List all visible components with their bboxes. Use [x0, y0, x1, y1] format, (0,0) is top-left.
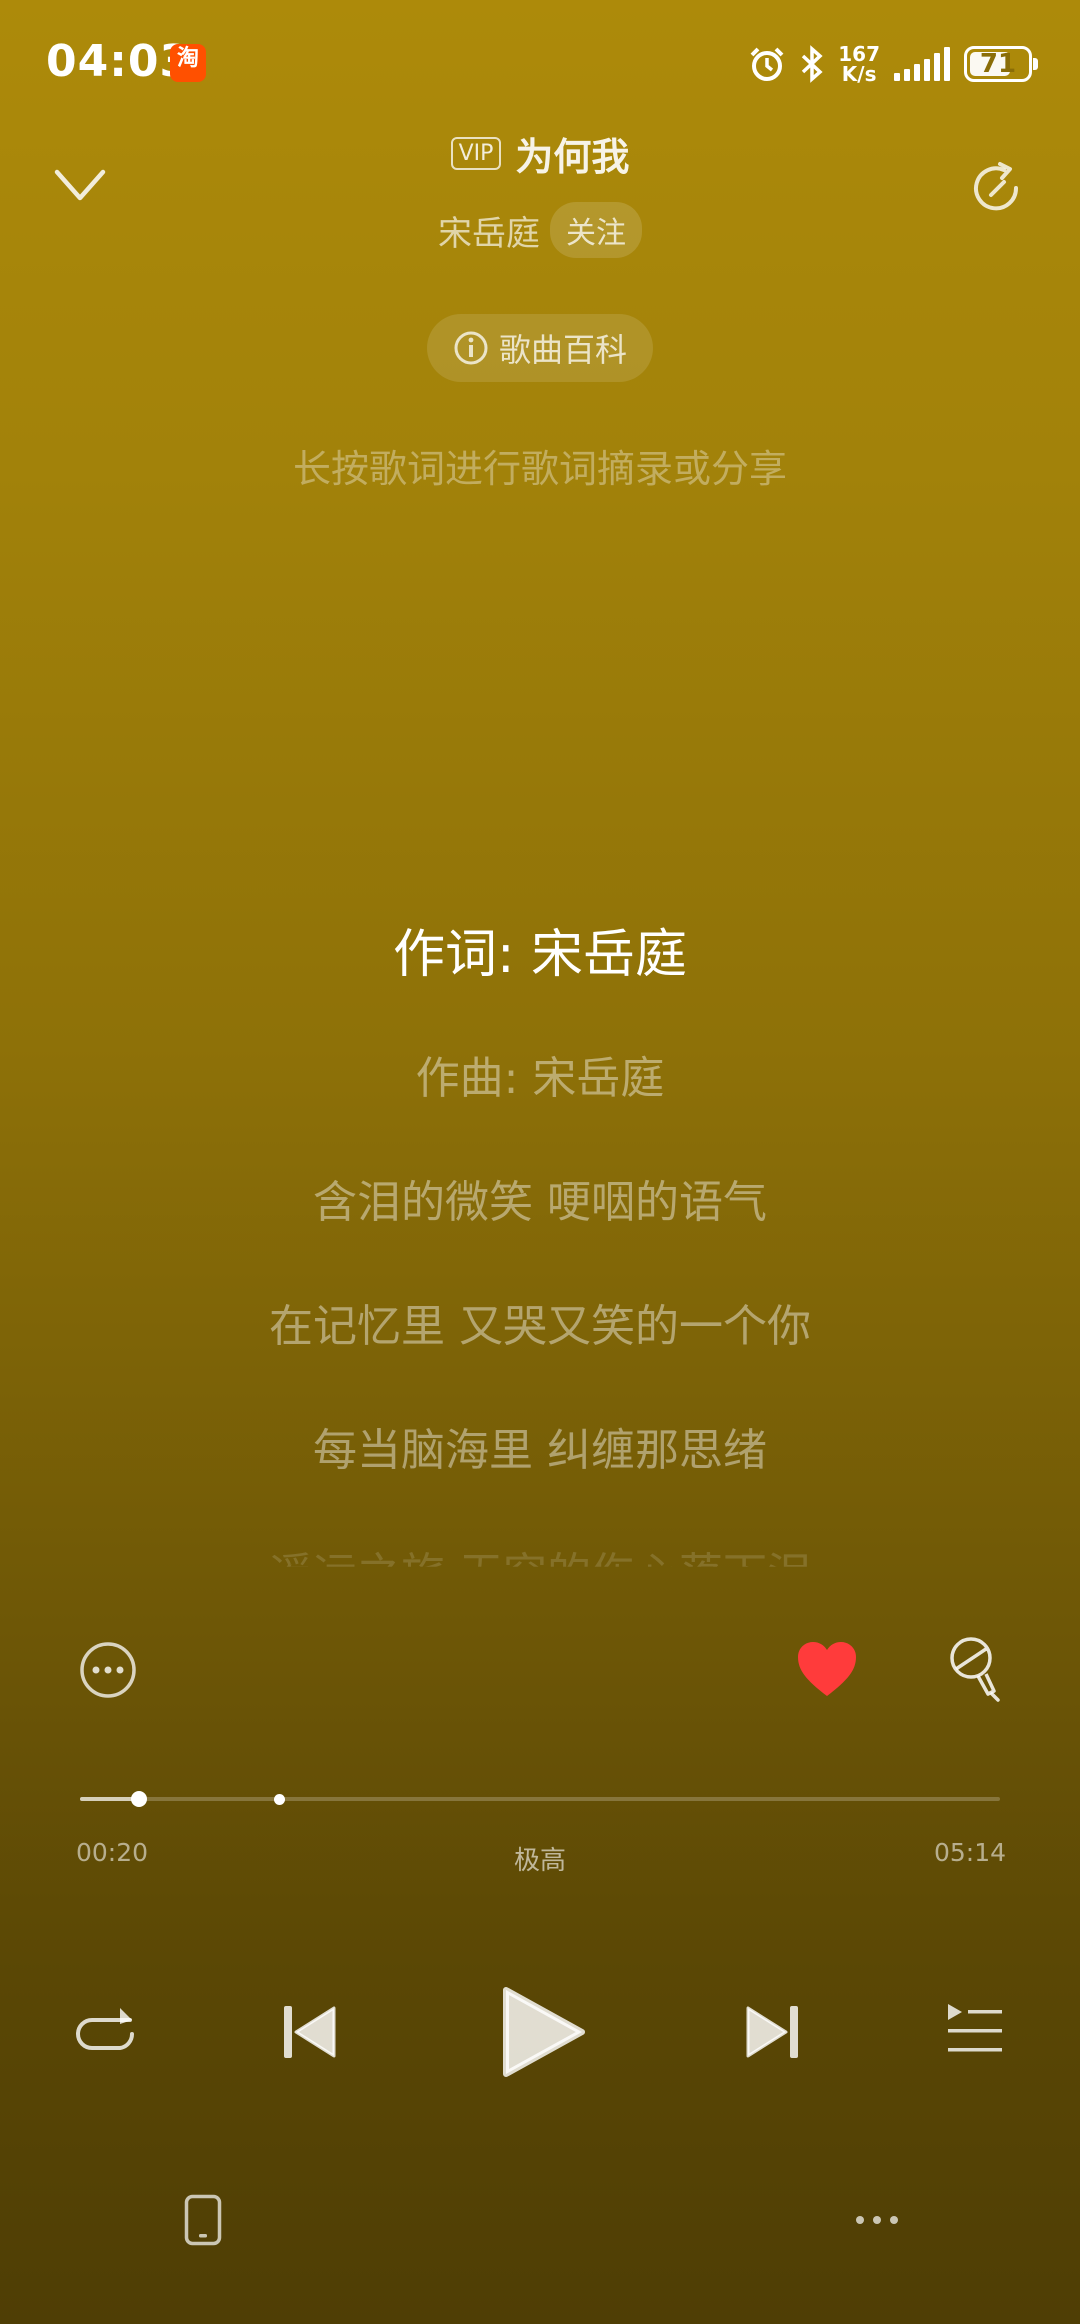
song-title-row: VIP 为何我 — [0, 126, 1080, 181]
info-icon — [454, 331, 488, 365]
more-icon[interactable] — [78, 1640, 138, 1700]
song-wiki-button[interactable]: 歌曲百科 — [427, 314, 653, 382]
song-title: 为何我 — [515, 135, 630, 179]
battery-icon: 71 — [964, 46, 1038, 82]
lyric-line[interactable]: 在记忆里 又哭又笑的一个你 — [0, 1290, 1080, 1354]
next-icon[interactable] — [746, 2004, 800, 2060]
device-icon[interactable] — [184, 2194, 222, 2246]
lyric-line[interactable]: 遥远之旅 无穷的伤心落下泪 — [0, 1538, 1080, 1567]
net-speed: 167 K/s — [838, 42, 880, 86]
battery-level: 71 — [979, 49, 1017, 79]
menu-dots-icon[interactable] — [854, 2214, 900, 2226]
playlist-icon[interactable] — [946, 2002, 1004, 2058]
heart-icon[interactable] — [796, 1640, 858, 1698]
status-icons: 167 K/s 71 — [748, 40, 1038, 88]
previous-icon[interactable] — [282, 2004, 336, 2060]
bluetooth-icon — [802, 45, 823, 83]
lyric-line[interactable]: 含泪的微笑 哽咽的语气 — [0, 1166, 1080, 1230]
progress-track[interactable] — [80, 1797, 1000, 1801]
alarm-icon — [750, 47, 784, 81]
song-wiki-label: 歌曲百科 — [498, 331, 627, 369]
buffer-marker — [274, 1794, 285, 1805]
repeat-icon[interactable] — [74, 2000, 138, 2062]
artist-name[interactable]: 宋岳庭 — [438, 206, 540, 255]
progress-knob[interactable] — [130, 1791, 147, 1807]
lyric-line[interactable]: 每当脑海里 纠缠那思绪 — [0, 1414, 1080, 1478]
vip-badge: VIP — [450, 137, 502, 170]
follow-button[interactable]: 关注 — [550, 202, 642, 258]
quality-label[interactable]: 极高 — [0, 1840, 1080, 1877]
taobao-app-icon: 淘 — [170, 44, 206, 82]
lyric-hint: 长按歌词进行歌词摘录或分享 — [292, 447, 787, 491]
signal-icon — [894, 47, 950, 81]
lyric-line[interactable]: 作曲: 宋岳庭 — [0, 1042, 1080, 1106]
lyric-line[interactable]: 作词: 宋岳庭 — [0, 912, 1080, 987]
artist-row: 宋岳庭 关注 — [0, 202, 1080, 258]
microphone-icon[interactable] — [948, 1636, 1004, 1702]
total-time: 05:14 — [933, 1838, 1006, 1867]
play-icon[interactable] — [500, 1984, 586, 2080]
